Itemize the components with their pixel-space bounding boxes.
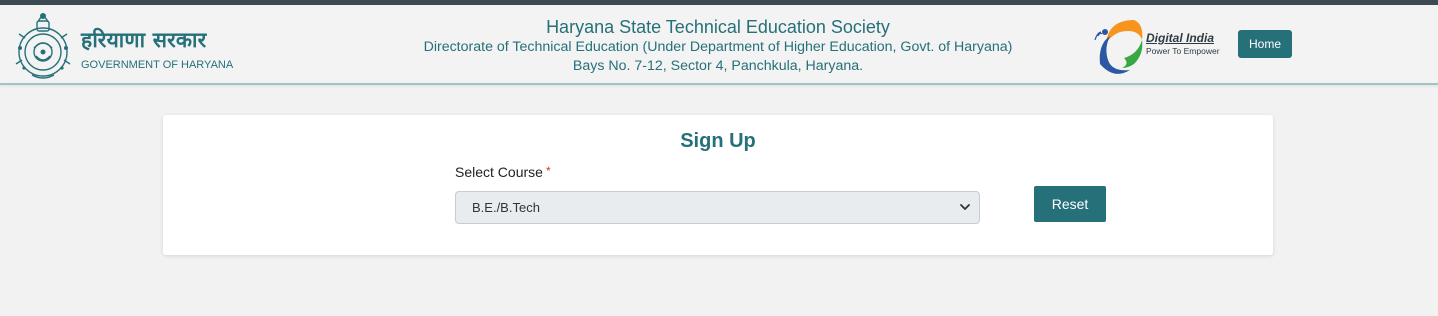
brand-hindi: हरियाणा सरकार <box>81 28 207 52</box>
digital-india-logo <box>1094 20 1143 74</box>
signup-card: Sign Up Select Course * B.E./B.Tech Reset <box>163 115 1273 255</box>
digital-india-text: Digital India Power To Empower <box>1146 31 1220 56</box>
required-marker: * <box>545 164 551 178</box>
site-title: Haryana State Technical Education Societ… <box>546 17 890 37</box>
site-address: Bays No. 7-12, Sector 4, Panchkula, Hary… <box>572 58 864 74</box>
brand-english: GOVERNMENT OF HARYANA <box>81 59 234 71</box>
site-header: हरियाणा सरकार GOVERNMENT OF HARYANA Hary… <box>0 5 1438 85</box>
digital-india-title: Digital India <box>1146 31 1215 45</box>
site-subtitle: Directorate of Technical Education (Unde… <box>423 39 1013 55</box>
signup-title: Sign Up <box>680 130 756 152</box>
haryana-emblem-icon <box>15 13 71 79</box>
reset-button[interactable]: Reset <box>1034 186 1106 222</box>
digital-india-tagline: Power To Empower <box>1146 46 1220 56</box>
select-course-label-text: Select Course <box>455 164 543 180</box>
header-title-block: Haryana State Technical Education Societ… <box>390 16 1046 75</box>
select-course-label: Select Course * <box>455 164 551 180</box>
chevron-down-icon <box>960 204 970 210</box>
course-select[interactable]: B.E./B.Tech <box>455 191 980 224</box>
course-select-value: B.E./B.Tech <box>472 200 540 215</box>
home-button[interactable]: Home <box>1238 30 1292 58</box>
